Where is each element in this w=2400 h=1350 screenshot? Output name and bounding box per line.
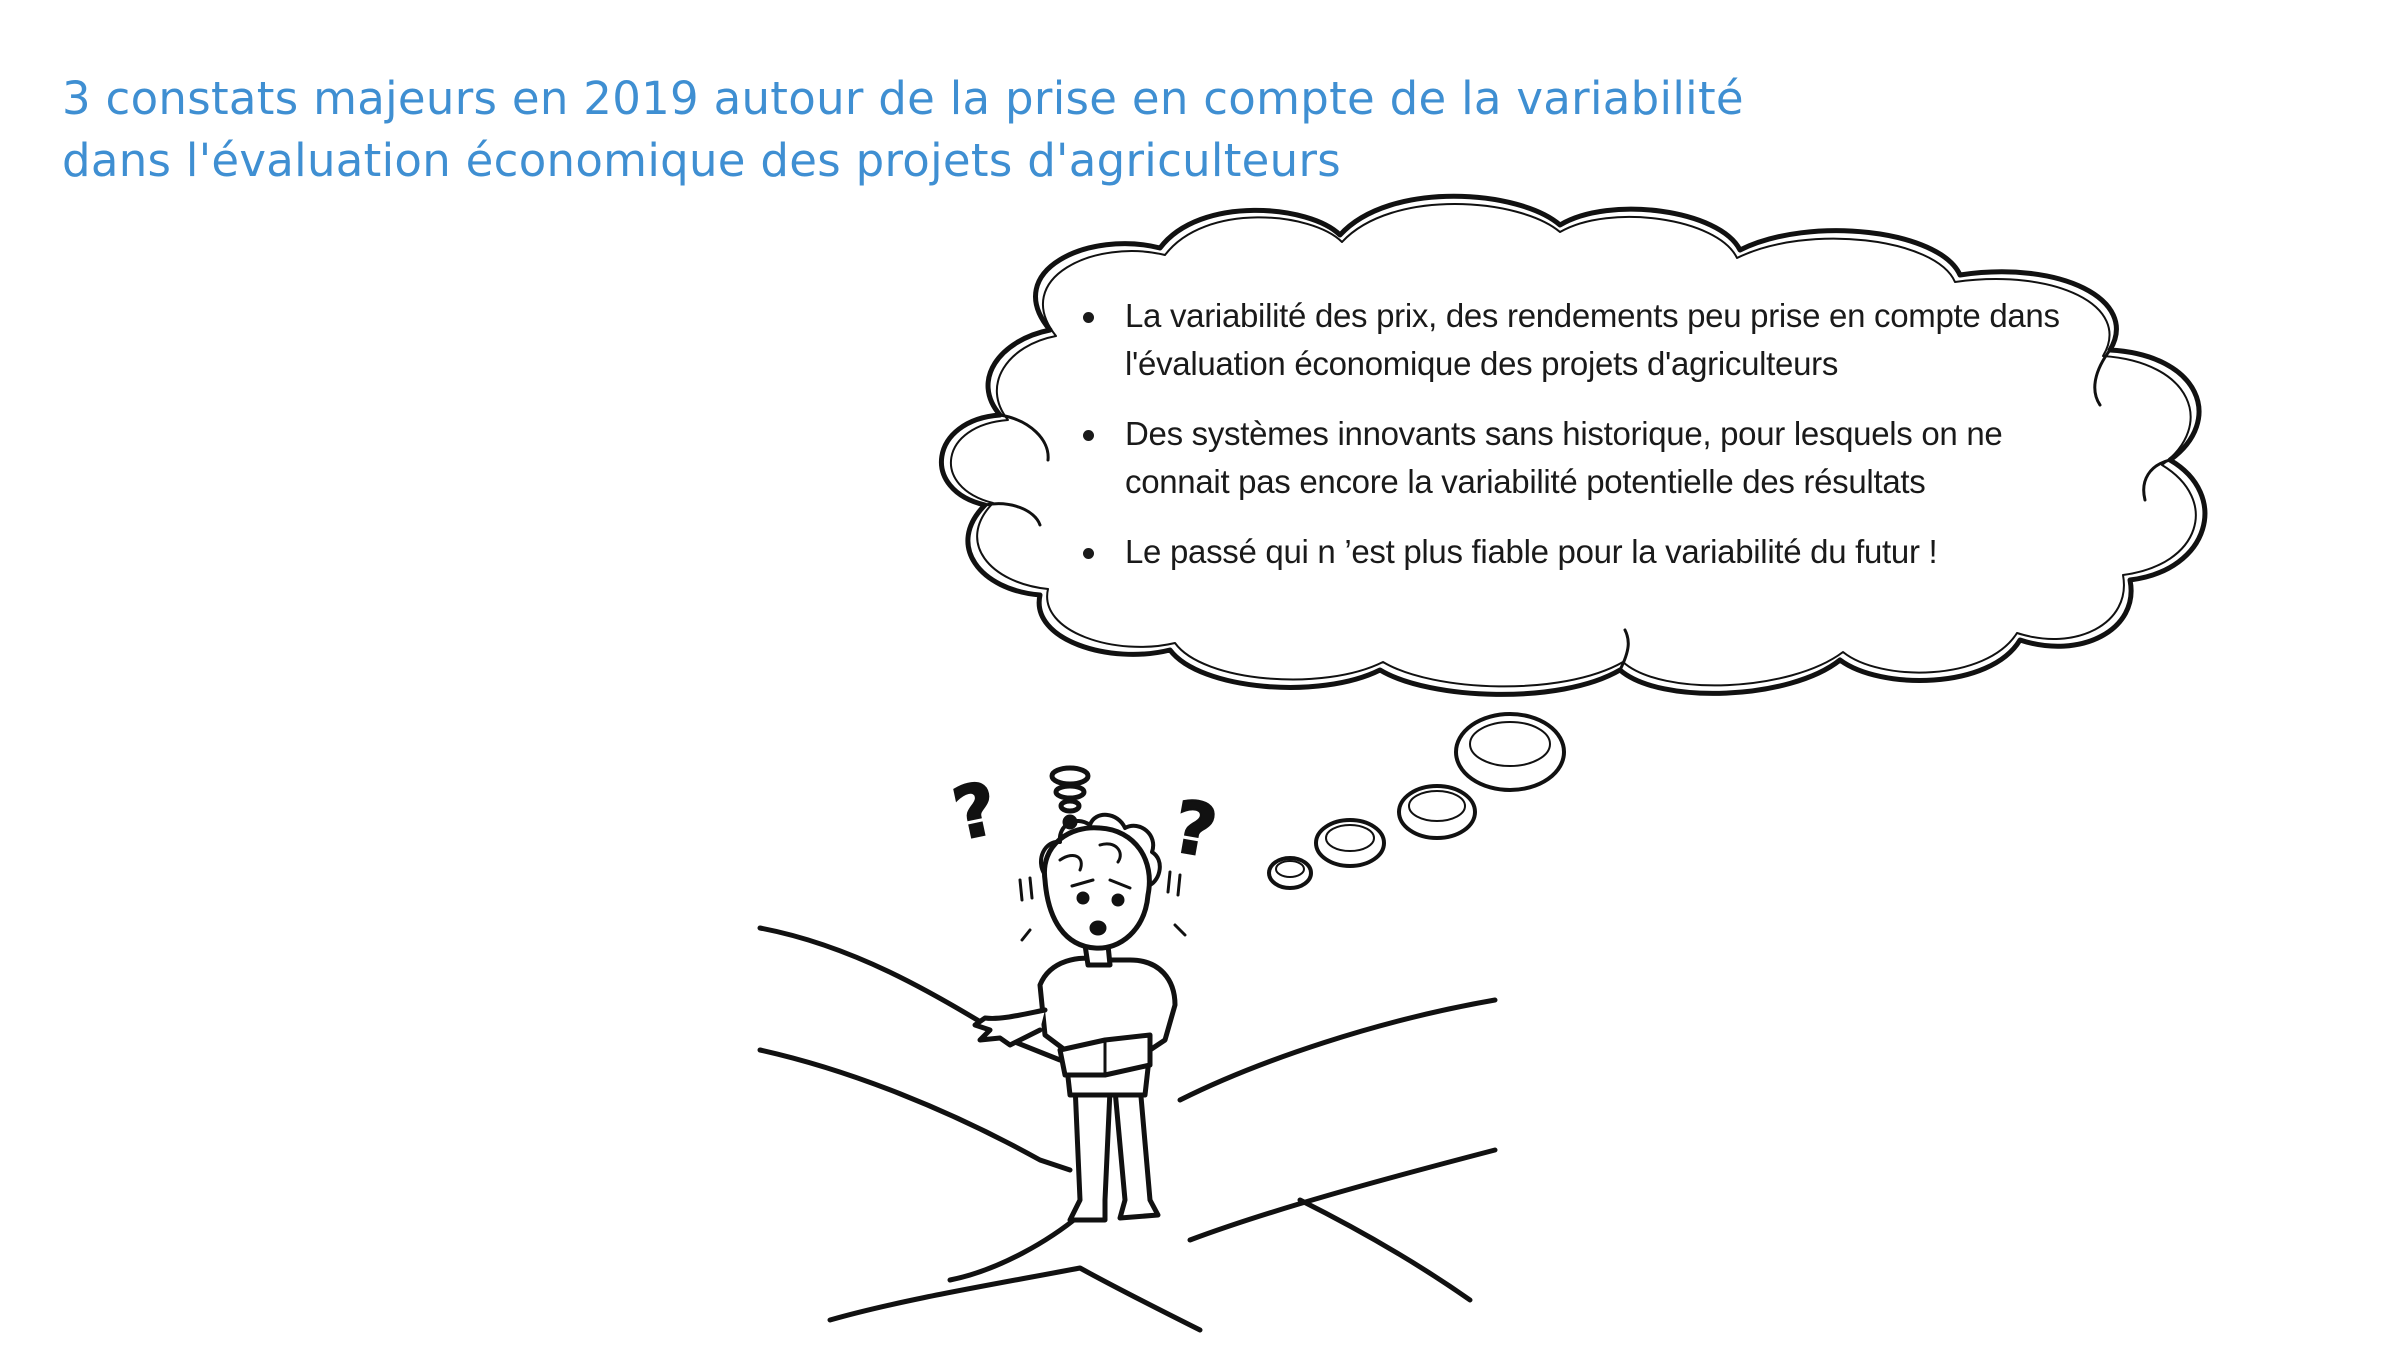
bubble-content: La variabilité des prix, des rendements …	[1075, 292, 2115, 598]
question-mark-left: ?	[946, 766, 1004, 857]
spiral-mark	[1049, 765, 1091, 830]
list-item-text: Le passé qui n ’est plus fiable pour la …	[1125, 533, 1938, 570]
list-item: La variabilité des prix, des rendements …	[1075, 292, 2115, 388]
bullet-icon	[1083, 430, 1094, 441]
illustration: ? ?	[757, 193, 2208, 1333]
thought-bubbles	[1267, 712, 1566, 890]
list-item-text: Des systèmes innovants sans historique, …	[1125, 415, 2003, 500]
confused-person	[972, 812, 1187, 1223]
question-mark-right: ?	[1167, 784, 1223, 874]
list-item-text: La variabilité des prix, des rendements …	[1125, 297, 2060, 382]
list-item: Le passé qui n ’est plus fiable pour la …	[1075, 528, 2115, 576]
findings-list: La variabilité des prix, des rendements …	[1075, 292, 2115, 576]
list-item: Des systèmes innovants sans historique, …	[1075, 410, 2115, 506]
bullet-icon	[1083, 548, 1094, 559]
bullet-icon	[1083, 312, 1094, 323]
